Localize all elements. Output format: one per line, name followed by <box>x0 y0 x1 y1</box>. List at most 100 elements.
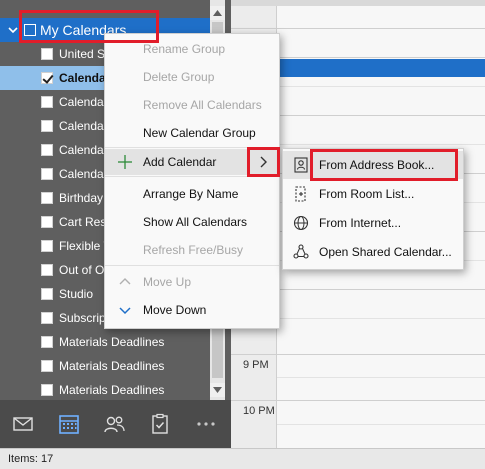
submenu-item-from-internet[interactable]: From Internet... <box>283 209 463 237</box>
submenu-item-label: From Internet... <box>319 216 402 230</box>
chevron-right-icon[interactable] <box>250 150 278 174</box>
people-icon[interactable] <box>102 412 126 436</box>
calendar-label: Materials Deadlines <box>59 359 165 373</box>
submenu-item-from-address-book[interactable]: From Address Book... <box>283 151 463 179</box>
calendar-checkbox[interactable] <box>41 216 53 228</box>
menu-item-show-all-calendars[interactable]: Show All Calendars <box>105 209 279 235</box>
time-label: 9 PM <box>243 359 269 371</box>
calendar-item[interactable]: Materials Deadlines <box>0 378 210 400</box>
triangle-up-icon <box>213 10 222 16</box>
grid-line <box>277 424 485 425</box>
menu-item-label: Rename Group <box>143 42 226 56</box>
calendar-label: United S <box>59 47 106 61</box>
calendar-checkbox[interactable] <box>41 336 53 348</box>
calendar-item[interactable]: Materials Deadlines <box>0 354 210 378</box>
group-checkbox[interactable] <box>24 24 36 36</box>
calendar-checkbox[interactable] <box>41 264 53 276</box>
calendar-checkbox[interactable] <box>41 96 53 108</box>
menu-separator <box>105 265 279 266</box>
calendar-checkbox[interactable] <box>41 240 53 252</box>
submenu-item-label: From Address Book... <box>319 158 435 172</box>
menu-item-arrange-by-name[interactable]: Arrange By Name <box>105 181 279 207</box>
submenu-item-label: From Room List... <box>319 187 415 201</box>
calendar-checkbox[interactable] <box>41 72 53 84</box>
all-day-event-bar[interactable] <box>280 59 485 77</box>
module-bar <box>0 400 231 448</box>
item-count: Items: 17 <box>8 453 54 465</box>
grid-line <box>277 115 485 116</box>
time-divider <box>231 400 277 401</box>
calendar-checkbox[interactable] <box>41 120 53 132</box>
calendar-label: Calenda <box>59 143 104 157</box>
calendar-checkbox[interactable] <box>41 192 53 204</box>
menu-item-remove-all-calendars[interactable]: Remove All Calendars <box>105 92 279 118</box>
shared-calendar-icon <box>293 244 309 259</box>
submenu-item-open-shared-calendar[interactable]: Open Shared Calendar... <box>283 238 463 266</box>
calendar-checkbox[interactable] <box>41 288 53 300</box>
calendar-checkbox[interactable] <box>41 312 53 324</box>
menu-item-add-calendar[interactable]: Add Calendar <box>105 149 279 175</box>
calendar-label: Out of O <box>59 263 105 277</box>
calendar-item[interactable]: Materials Deadlines <box>0 330 210 354</box>
menu-item-label: Refresh Free/Busy <box>143 243 244 257</box>
calendar-label: Materials Deadlines <box>59 335 165 349</box>
menu-item-label: Move Down <box>143 303 207 317</box>
menu-item-move-down[interactable]: Move Down <box>105 297 279 323</box>
tasks-icon[interactable] <box>148 412 172 436</box>
grid-line <box>277 377 485 378</box>
calendar-label: Materials Deadlines <box>59 383 165 397</box>
menu-separator <box>105 147 279 148</box>
menu-item-label: New Calendar Group <box>143 126 256 140</box>
grid-line <box>277 289 485 290</box>
calendar-checkbox[interactable] <box>41 360 53 372</box>
menu-separator <box>105 176 279 177</box>
grid-header-strip <box>231 0 485 6</box>
more-icon[interactable] <box>194 412 218 436</box>
calendar-checkbox[interactable] <box>41 384 53 396</box>
calendar-label: Calenda <box>59 95 104 109</box>
menu-item-label: Arrange By Name <box>143 187 239 201</box>
scroll-down-button[interactable] <box>210 383 225 397</box>
grid-line <box>277 86 485 87</box>
grid-line <box>277 28 485 29</box>
mail-icon[interactable] <box>11 412 35 436</box>
calendar-label: Subscrip <box>59 311 106 325</box>
menu-item-label: Remove All Calendars <box>143 98 262 112</box>
calendar-label: Studio <box>59 287 94 301</box>
menu-item-rename-group[interactable]: Rename Group <box>105 36 279 62</box>
menu-item-label: Move Up <box>143 275 192 289</box>
grid-line <box>277 318 485 319</box>
menu-item-delete-group[interactable]: Delete Group <box>105 64 279 90</box>
time-label: 10 PM <box>243 405 275 417</box>
context-menu: Rename Group Delete Group Remove All Cal… <box>104 33 280 329</box>
address-book-icon <box>294 157 308 173</box>
menu-item-move-up[interactable]: Move Up <box>105 269 279 295</box>
scroll-up-button[interactable] <box>210 6 225 20</box>
chevron-up-icon <box>119 278 131 285</box>
grid-line <box>277 400 485 401</box>
calendar-checkbox[interactable] <box>41 48 53 60</box>
calendar-checkbox[interactable] <box>41 144 53 156</box>
submenu-item-from-room-list[interactable]: From Room List... <box>283 180 463 208</box>
calendar-label: Birthday <box>59 191 104 205</box>
time-divider <box>231 28 277 29</box>
submenu-item-label: Open Shared Calendar... <box>319 245 452 259</box>
chevron-down-icon[interactable] <box>7 23 19 37</box>
calendar-checkbox[interactable] <box>41 168 53 180</box>
menu-item-label: Show All Calendars <box>143 215 248 229</box>
chevron-down-icon <box>119 307 131 315</box>
menu-item-refresh-free-busy[interactable]: Refresh Free/Busy <box>105 237 279 263</box>
calendar-label: Calenda <box>59 119 104 133</box>
grid-line <box>277 354 485 355</box>
plus-icon <box>118 155 132 169</box>
menu-item-new-calendar-group[interactable]: New Calendar Group <box>105 120 279 146</box>
calendar-icon[interactable] <box>57 412 81 436</box>
calendar-label: Calenda <box>59 71 106 85</box>
calendar-label: Calenda <box>59 167 104 181</box>
menu-item-label: Add Calendar <box>143 155 217 169</box>
time-divider <box>231 354 277 355</box>
grid-line <box>277 144 485 145</box>
add-calendar-submenu: From Address Book... From Room List... F… <box>282 148 464 270</box>
globe-icon <box>293 215 309 231</box>
calendar-label: Cart Res <box>59 215 107 229</box>
